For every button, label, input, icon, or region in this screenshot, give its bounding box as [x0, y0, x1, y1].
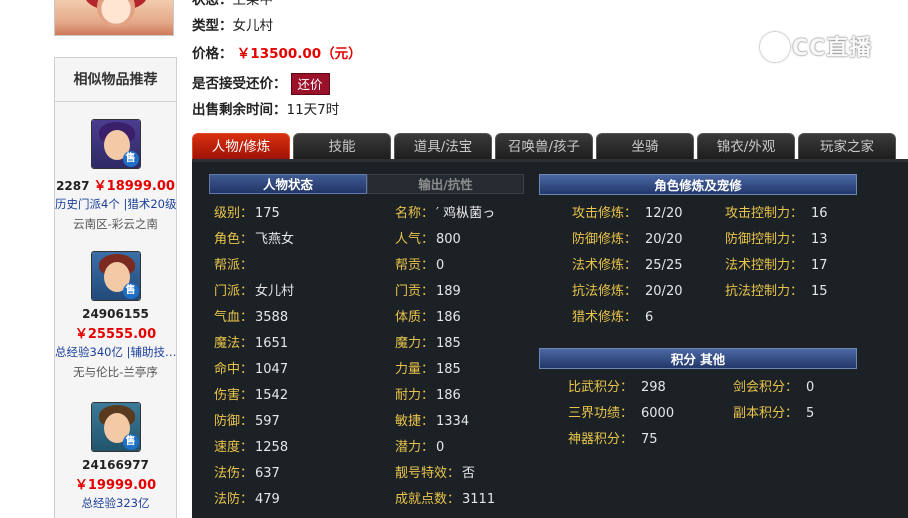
attr-mp: 魔法： 1651	[214, 336, 289, 351]
tab-summons[interactable]: 召唤兽/孩子	[495, 133, 593, 159]
character-panel: 人物状态 输出/抗性 角色修炼及宠修 积分 其他 级别： 175 角色： 飞燕女 帮…	[192, 159, 908, 518]
attr-name: 名称： ′ 鸡枞菌っ	[395, 206, 496, 221]
item-server: 云南区-彩云之南	[73, 217, 158, 231]
similar-item[interactable]: 售 24906155 ￥25555.00 总经验340亿 |辅助技… 无与伦比-…	[55, 251, 176, 380]
subtab-character-status[interactable]: 人物状态	[209, 174, 367, 194]
cc-logo-icon	[760, 32, 790, 62]
bargain-button[interactable]: 还价	[290, 73, 330, 95]
points-sword-meet: 剑会积分： 0	[733, 380, 815, 395]
remaining-time-row: 出售剩余时间：11天7时	[192, 100, 339, 120]
subtab-output-resistance[interactable]: 输出/抗性	[367, 174, 524, 194]
sell-badge-icon: 售	[122, 283, 139, 299]
cultivation-hunting: 猎术修炼： 6	[572, 310, 654, 325]
item-id: 24906155	[82, 307, 149, 321]
character-avatar[interactable]: 售	[90, 402, 141, 452]
cultivation-magic-resist: 抗法修炼： 20/20	[572, 284, 683, 299]
sell-badge-icon: 售	[122, 434, 139, 450]
item-id: 2287	[56, 179, 90, 193]
bargain-label: 是否接受还价：	[192, 76, 287, 92]
tab-mounts[interactable]: 坐骑	[596, 133, 694, 159]
attr-endurance: 耐力： 186	[395, 388, 461, 403]
sell-badge-icon: 售	[122, 151, 139, 167]
remaining-time-value: 11天7时	[286, 102, 340, 118]
item-description-link[interactable]: 总经验323亿	[55, 495, 176, 511]
attr-magic-defense: 法防： 479	[214, 492, 280, 507]
attr-guild-contribution: 帮贡： 0	[395, 258, 445, 273]
attr-hp: 气血： 3588	[214, 310, 289, 325]
character-avatar-top	[54, 0, 174, 36]
similar-item[interactable]: 售 24166977 ￥19999.00 总经验323亿	[55, 402, 176, 511]
item-price: ￥18999.00	[93, 179, 175, 194]
item-price: ￥25555.00	[74, 327, 157, 342]
attr-magic-damage: 法伤： 637	[214, 466, 280, 481]
similar-items-panel: 相似物品推荐 售 2287 ￥18999.00 历史门派4个 |猎术20级 云南…	[54, 57, 177, 518]
attr-vanity-number: 靓号特效：否	[395, 466, 476, 481]
points-dungeon: 副本积分： 5	[733, 406, 815, 421]
type-label: 类型：	[192, 18, 233, 34]
attr-potential: 潜力： 0	[395, 440, 445, 455]
tab-outfits[interactable]: 锦衣/外观	[697, 133, 795, 159]
control-attack: 攻击控制力： 16	[725, 206, 828, 221]
points-pvp: 比武积分： 298	[568, 380, 666, 395]
similar-item[interactable]: 售 2287 ￥18999.00 历史门派4个 |猎术20级 云南区-彩云之南	[55, 119, 176, 232]
section-points-header: 积分 其他	[539, 348, 857, 369]
points-artifact: 神器积分： 75	[568, 432, 658, 447]
status-row: 状态：上架中	[192, 0, 273, 10]
attr-level: 级别： 175	[214, 206, 280, 221]
cultivation-defense: 防御修炼： 20/20	[572, 232, 683, 247]
type-value: 女儿村	[232, 18, 274, 34]
tab-items[interactable]: 道具/法宝	[394, 133, 492, 159]
item-price: ￥19999.00	[74, 478, 157, 493]
attr-agility: 敏捷： 1334	[395, 414, 470, 429]
tab-skills[interactable]: 技能	[293, 133, 391, 159]
attr-role: 角色： 飞燕女	[214, 232, 295, 247]
attr-guild: 帮派：	[214, 258, 254, 273]
item-description-link[interactable]: 总经验340亿 |辅助技…	[55, 344, 176, 360]
attr-damage: 伤害： 1542	[214, 388, 289, 403]
cultivation-attack: 攻击修炼： 12/20	[572, 206, 683, 221]
status-label: 状态：	[192, 0, 233, 8]
attr-achievement-points: 成就点数： 3111	[395, 492, 496, 507]
item-description-link[interactable]: 历史门派4个 |猎术20级	[55, 196, 176, 212]
tab-player-home[interactable]: 玩家之家	[798, 133, 896, 159]
attr-sect-contribution: 门贡： 189	[395, 284, 461, 299]
attr-speed: 速度： 1258	[214, 440, 289, 455]
cc-live-watermark: CC直播	[760, 32, 888, 66]
cultivation-magic: 法术修炼： 25/25	[572, 258, 683, 273]
similar-items-title: 相似物品推荐	[55, 58, 176, 102]
type-row: 类型：女儿村	[192, 16, 273, 36]
status-value: 上架中	[232, 0, 274, 8]
section-cultivation-header: 角色修炼及宠修	[539, 174, 857, 195]
attr-popularity: 人气： 800	[395, 232, 461, 247]
item-id: 24166977	[82, 458, 149, 472]
control-defense: 防御控制力： 13	[725, 232, 828, 247]
price-value: ￥13500.00（元）	[236, 46, 362, 62]
points-merit: 三界功绩： 6000	[568, 406, 675, 421]
attr-hit: 命中： 1047	[214, 362, 289, 377]
attr-strength: 力量： 185	[395, 362, 461, 377]
attr-constitution: 体质： 186	[395, 310, 461, 325]
tab-character[interactable]: 人物/修炼	[192, 133, 290, 159]
control-magic: 法术控制力： 17	[725, 258, 828, 273]
remaining-time-label: 出售剩余时间：	[192, 102, 287, 118]
bargain-row: 是否接受还价： 还价	[192, 72, 330, 96]
control-magic-resist: 抗法控制力： 15	[725, 284, 828, 299]
character-avatar[interactable]: 售	[90, 251, 141, 301]
character-avatar[interactable]: 售	[90, 119, 141, 169]
price-row: 价格： ￥13500.00（元）	[192, 44, 362, 64]
item-server: 无与伦比-兰亭序	[73, 365, 158, 379]
attr-sect: 门派： 女儿村	[214, 284, 295, 299]
attr-defense: 防御： 597	[214, 414, 280, 429]
attr-magic-power: 魔力： 185	[395, 336, 461, 351]
price-label: 价格：	[192, 46, 233, 62]
